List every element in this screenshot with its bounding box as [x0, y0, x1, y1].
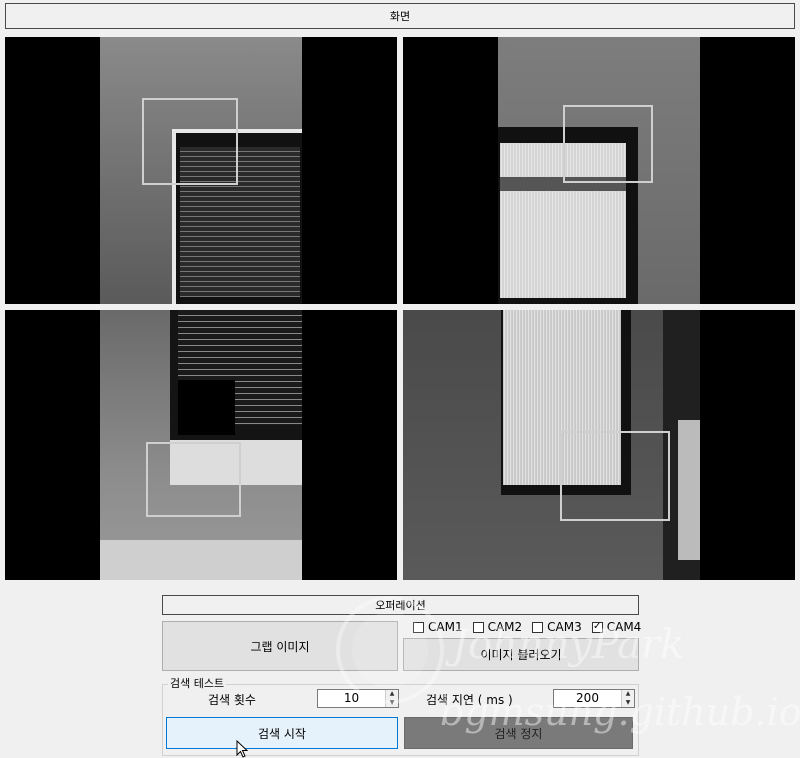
camera-checkbox-row: CAM1 CAM2 CAM3 ✓ CAM4 [413, 620, 651, 634]
cam2-checkbox[interactable]: CAM2 [472, 620, 523, 634]
cam1-roi-box[interactable] [142, 98, 238, 185]
cam4-checkbox-box[interactable]: ✓ [591, 621, 603, 633]
camera-grid [5, 37, 795, 580]
cam1-checkbox[interactable]: CAM1 [413, 620, 463, 634]
grab-image-button-label: 그랩 이미지 [250, 639, 310, 654]
cam1-view[interactable] [5, 37, 397, 304]
search-count-value[interactable]: 10 [318, 690, 385, 707]
search-stop-button-label: 검색 정지 [494, 726, 543, 741]
spin-up-icon[interactable]: ▲ [386, 690, 398, 699]
search-test-title: 검색 테스트 [168, 675, 227, 691]
cam1-checkbox-box[interactable] [413, 621, 424, 633]
load-image-button[interactable]: 이미지 불러오기 [403, 638, 639, 671]
cam3-checkbox-label: CAM3 [547, 620, 582, 634]
spin-down-icon[interactable]: ▼ [386, 698, 398, 707]
search-count-label: 검색 횟수 [208, 693, 256, 707]
cam1-checkbox-label: CAM1 [428, 620, 463, 634]
search-delay-stepper[interactable]: 200 ▲ ▼ [553, 689, 635, 708]
search-count-stepper[interactable]: 10 ▲ ▼ [317, 689, 399, 708]
operation-panel-title: 오퍼레이션 [375, 599, 426, 612]
cam2-checkbox-box[interactable] [472, 621, 484, 633]
cam4-view[interactable] [403, 310, 795, 580]
screen-panel-header: 화면 [5, 3, 795, 29]
screen-panel-title: 화면 [389, 10, 411, 23]
grab-image-button[interactable]: 그랩 이미지 [162, 621, 398, 671]
cam3-checkbox-box[interactable] [532, 621, 544, 633]
search-delay-spin-buttons[interactable]: ▲ ▼ [621, 690, 634, 707]
load-image-button-label: 이미지 불러오기 [480, 648, 562, 662]
mouse-cursor-icon [236, 740, 248, 758]
cam2-checkbox-label: CAM2 [487, 620, 523, 634]
cam4-checkbox-label: CAM4 [606, 620, 642, 634]
search-delay-value[interactable]: 200 [554, 690, 621, 707]
cam2-roi-box[interactable] [563, 105, 653, 183]
spin-up-icon[interactable]: ▲ [622, 690, 634, 699]
search-delay-label: 검색 지연 ( ms ) [426, 693, 513, 707]
cam3-roi-box[interactable] [146, 442, 241, 517]
search-count-spin-buttons[interactable]: ▲ ▼ [385, 690, 398, 707]
cam3-view[interactable] [5, 310, 397, 580]
search-start-button[interactable]: 검색 시작 [166, 717, 398, 749]
cam2-view[interactable] [403, 37, 795, 304]
search-start-button-label: 검색 시작 [258, 726, 306, 741]
cam4-checkbox[interactable]: ✓ CAM4 [591, 620, 642, 634]
spin-down-icon[interactable]: ▼ [622, 698, 634, 707]
cam4-roi-box[interactable] [560, 431, 670, 521]
cam3-checkbox[interactable]: CAM3 [532, 620, 582, 634]
operation-panel-header: 오퍼레이션 [162, 595, 639, 615]
search-stop-button[interactable]: 검색 정지 [404, 717, 633, 749]
